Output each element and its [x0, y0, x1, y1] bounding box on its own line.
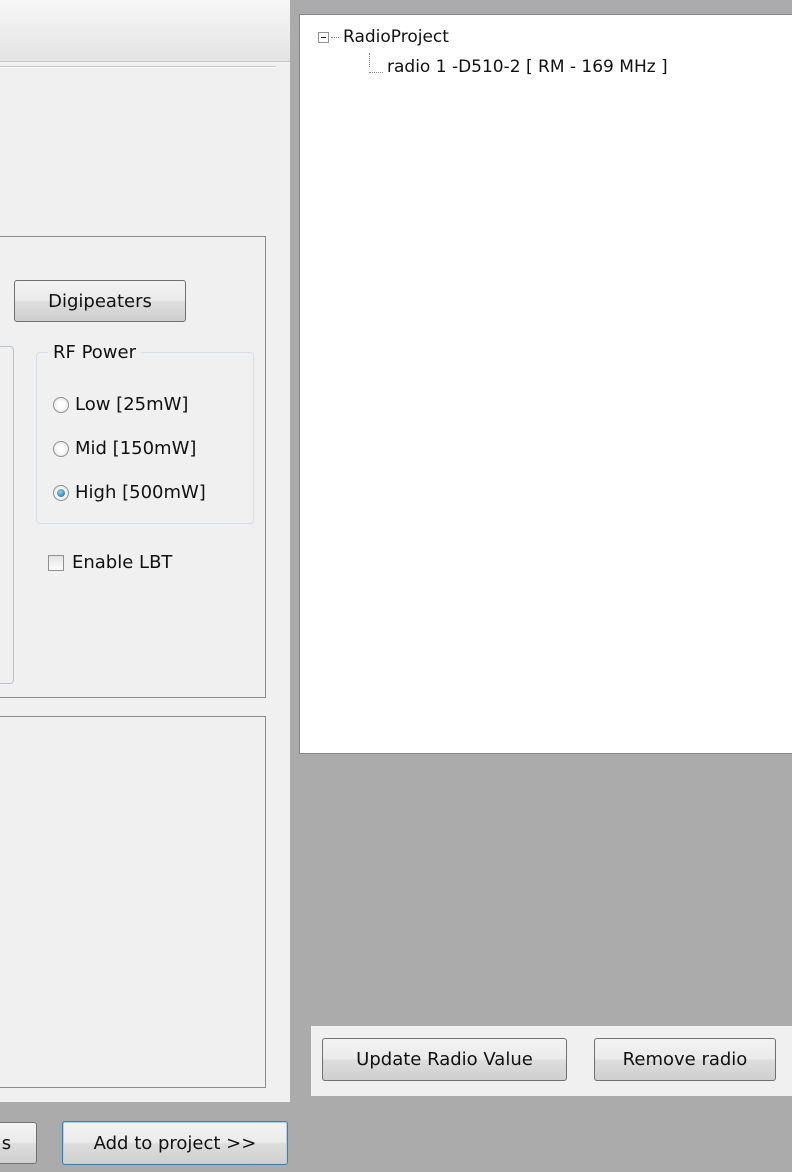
radio-selected-dot	[57, 488, 65, 497]
separator-line	[0, 66, 276, 68]
tree-actions-bar: Update Radio Value Remove radio	[311, 1026, 792, 1096]
enable-lbt-checkbox[interactable]	[48, 554, 64, 571]
tree-child-label: radio 1 -D510-2 [ RM - 169 MHz ]	[387, 57, 668, 77]
rf-power-high-option[interactable]: High [500mW]	[53, 482, 206, 503]
remove-radio-button[interactable]: Remove radio	[594, 1038, 776, 1081]
radio-button[interactable]	[53, 396, 69, 413]
tree-child-node[interactable]: radio 1 -D510-2 [ RM - 169 MHz ]	[369, 57, 668, 77]
config-header-strip	[0, 0, 290, 62]
project-tree-view[interactable]: RadioProject radio 1 -D510-2 [ RM - 169 …	[299, 14, 792, 754]
tree-connector	[369, 71, 383, 73]
rf-power-legend: RF Power	[48, 342, 142, 364]
enable-lbt-option[interactable]: Enable LBT	[48, 552, 172, 573]
radio-button[interactable]	[53, 440, 69, 457]
rf-power-high-label: High [500mW]	[75, 482, 206, 503]
inner-settings-group-edge	[0, 346, 14, 684]
rf-power-mid-label: Mid [150mW]	[75, 438, 197, 459]
add-to-project-button[interactable]: Add to project >>	[62, 1121, 288, 1165]
tree-connector	[331, 36, 339, 38]
tree-root-label: RadioProject	[343, 27, 449, 47]
lower-settings-group	[0, 716, 266, 1088]
radio-button-selected[interactable]	[53, 484, 69, 501]
partial-footer-button[interactable]: s	[0, 1122, 37, 1164]
radio-config-panel: Digipeaters RF Power Low [25mW] Mid [150…	[0, 0, 290, 1102]
rf-power-low-label: Low [25mW]	[75, 394, 189, 415]
collapse-icon[interactable]	[318, 31, 329, 43]
enable-lbt-label: Enable LBT	[72, 552, 173, 573]
rf-power-low-option[interactable]: Low [25mW]	[53, 394, 188, 415]
tree-root-node[interactable]: RadioProject	[318, 27, 449, 47]
update-radio-value-button[interactable]: Update Radio Value	[322, 1038, 567, 1081]
rf-power-mid-option[interactable]: Mid [150mW]	[53, 438, 196, 459]
digipeaters-button[interactable]: Digipeaters	[14, 280, 186, 322]
